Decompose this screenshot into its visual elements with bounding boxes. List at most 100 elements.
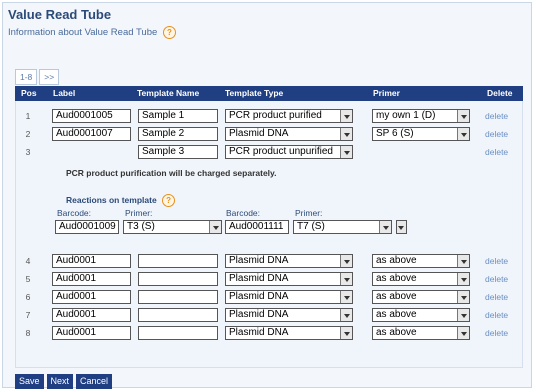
template-name-input[interactable] xyxy=(138,272,218,286)
col-template-type: Template Type xyxy=(225,88,284,98)
template-name-input[interactable] xyxy=(138,254,218,268)
template-type-select[interactable]: Plasmid DNA xyxy=(225,254,353,268)
chevron-down-icon xyxy=(379,221,391,233)
template-name-input[interactable]: Sample 1 xyxy=(138,109,218,123)
primer-select[interactable]: as above xyxy=(372,254,470,268)
cancel-button[interactable]: Cancel xyxy=(76,374,113,389)
chevron-down-icon xyxy=(209,221,221,233)
barcode-label: Barcode: xyxy=(226,208,261,218)
row-pos: 3 xyxy=(25,147,31,157)
save-button[interactable]: Save xyxy=(15,374,44,389)
label-input[interactable]: Aud0001005 xyxy=(52,109,131,123)
label-input[interactable]: Aud0001 xyxy=(52,326,131,340)
chevron-down-icon xyxy=(457,309,469,321)
template-type-value: PCR product purified xyxy=(229,110,322,121)
table-row: 7 Aud0001 Plasmid DNA as above delete xyxy=(15,307,523,324)
template-type-value: Plasmid DNA xyxy=(229,309,289,320)
reaction-barcode-input[interactable]: Aud0001111 xyxy=(225,220,289,234)
template-type-select[interactable]: Plasmid DNA xyxy=(225,326,353,340)
template-name-input[interactable] xyxy=(138,326,218,340)
chevron-down-icon xyxy=(340,255,352,267)
primer-select[interactable]: as above xyxy=(372,272,470,286)
template-type-select[interactable]: Plasmid DNA xyxy=(225,127,353,141)
template-type-value: Plasmid DNA xyxy=(229,128,289,139)
primer-value: as above xyxy=(376,291,417,302)
delete-link[interactable]: delete xyxy=(485,256,508,266)
reaction-primer-select[interactable] xyxy=(396,220,407,234)
chevron-down-icon xyxy=(340,273,352,285)
template-type-value: Plasmid DNA xyxy=(229,273,289,284)
primer-value: as above xyxy=(376,255,417,266)
row-pos: 6 xyxy=(25,292,31,302)
col-pos: Pos xyxy=(21,88,37,98)
col-template-name: Template Name xyxy=(137,88,200,98)
primer-select[interactable]: as above xyxy=(372,326,470,340)
delete-link[interactable]: delete xyxy=(485,129,508,139)
reactions-title-text: Reactions on template xyxy=(66,194,157,205)
primer-select[interactable]: as above xyxy=(372,308,470,322)
template-name-input[interactable] xyxy=(138,290,218,304)
template-name-input[interactable]: Sample 2 xyxy=(138,127,218,141)
chevron-down-icon xyxy=(457,110,469,122)
row-pos: 1 xyxy=(25,111,31,121)
reactions-title: Reactions on template ? xyxy=(66,194,176,207)
pager-range[interactable]: 1-8 xyxy=(15,69,38,85)
pcr-purification-note: PCR product purification will be charged… xyxy=(66,168,277,178)
pager-next[interactable]: >> xyxy=(39,69,60,85)
delete-link[interactable]: delete xyxy=(485,292,508,302)
template-type-select[interactable]: Plasmid DNA xyxy=(225,308,353,322)
delete-link[interactable]: delete xyxy=(485,147,508,157)
primer-value: as above xyxy=(376,327,417,338)
chevron-down-icon xyxy=(340,146,352,158)
chevron-down-icon xyxy=(340,327,352,339)
label-input[interactable]: Aud0001007 xyxy=(52,127,131,141)
row-pos: 7 xyxy=(25,310,31,320)
chevron-down-icon xyxy=(457,255,469,267)
template-name-input[interactable]: Sample 3 xyxy=(138,145,218,159)
primer-select[interactable]: SP 6 (S) xyxy=(372,127,470,141)
table-row: 8 Aud0001 Plasmid DNA as above delete xyxy=(15,325,523,342)
label-input[interactable]: Aud0001 xyxy=(52,290,131,304)
next-button[interactable]: Next xyxy=(46,374,74,389)
template-type-select[interactable]: Plasmid DNA xyxy=(225,290,353,304)
delete-link[interactable]: delete xyxy=(485,274,508,284)
label-input[interactable]: Aud0001 xyxy=(52,254,131,268)
primer-select[interactable]: my own 1 (D) xyxy=(372,109,470,123)
template-type-value: Plasmid DNA xyxy=(229,291,289,302)
delete-link[interactable]: delete xyxy=(485,310,508,320)
template-type-select[interactable]: PCR product unpurified xyxy=(225,145,353,159)
label-input[interactable]: Aud0001 xyxy=(52,272,131,286)
template-type-select[interactable]: Plasmid DNA xyxy=(225,272,353,286)
row-pos: 8 xyxy=(25,328,31,338)
template-name-input[interactable] xyxy=(138,308,218,322)
barcode-label: Barcode: xyxy=(57,208,92,218)
reaction-primer-select[interactable]: T7 (S) xyxy=(293,220,392,234)
template-type-select[interactable]: PCR product purified xyxy=(225,109,353,123)
table-header: Pos Label Template Name Template Type Pr… xyxy=(15,86,523,101)
row-pos: 5 xyxy=(25,274,31,284)
chevron-down-icon xyxy=(340,291,352,303)
label-input[interactable]: Aud0001 xyxy=(52,308,131,322)
primer-value: as above xyxy=(376,309,417,320)
pager: 1-8 >> xyxy=(15,69,61,85)
reaction-primer-select[interactable]: T3 (S) xyxy=(123,220,222,234)
help-icon[interactable]: ? xyxy=(162,26,176,39)
table-row: 4 Aud0001 Plasmid DNA as above delete xyxy=(15,253,523,270)
reactions-row: Aud0001009 T3 (S) Aud0001111 T7 (S) xyxy=(15,219,523,236)
form-buttons: Save Next Cancel xyxy=(15,374,115,389)
delete-link[interactable]: delete xyxy=(485,111,508,121)
chevron-down-icon xyxy=(457,291,469,303)
primer-select[interactable]: as above xyxy=(372,290,470,304)
delete-link[interactable]: delete xyxy=(485,328,508,338)
reaction-barcode-input[interactable]: Aud0001009 xyxy=(55,220,119,234)
template-type-value: PCR product unpurified xyxy=(229,146,333,157)
subtitle-text: Information about Value Read Tube xyxy=(8,27,158,39)
page-subtitle: Information about Value Read Tube ? xyxy=(8,26,176,39)
col-primer: Primer xyxy=(373,88,400,98)
row-pos: 4 xyxy=(25,256,31,266)
chevron-down-icon xyxy=(457,273,469,285)
page-title: Value Read Tube xyxy=(8,7,112,22)
reaction-primer-value: T3 (S) xyxy=(127,221,155,232)
primer-label: Primer: xyxy=(295,208,323,218)
help-icon[interactable]: ? xyxy=(162,194,176,207)
